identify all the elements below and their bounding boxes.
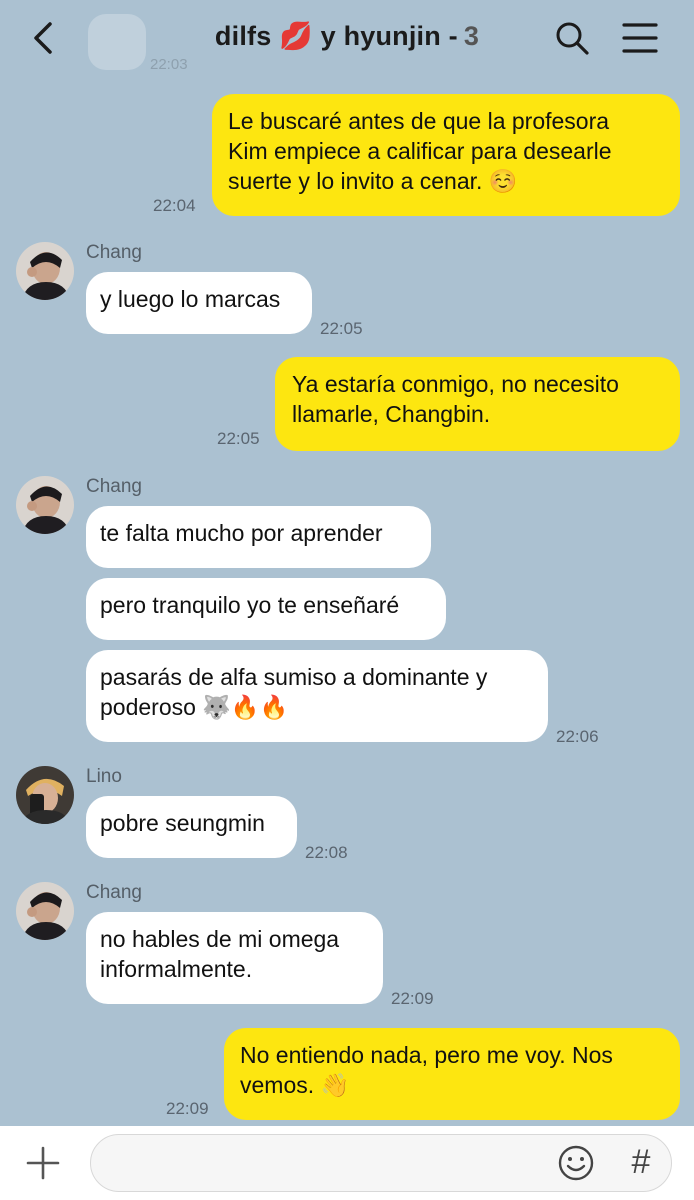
plus-icon bbox=[26, 1146, 60, 1180]
member-count: 3 bbox=[463, 21, 480, 51]
message-timestamp: 22:05 bbox=[217, 429, 260, 448]
message-timestamp: 22:09 bbox=[166, 1099, 209, 1118]
hashtag-button[interactable]: # bbox=[624, 1140, 658, 1184]
message-timestamp: 22:05 bbox=[320, 319, 363, 338]
my-message-bubble[interactable]: Ya estaría conmigo, no necesito llamarle… bbox=[275, 357, 680, 451]
their-message-bubble[interactable]: no hables de mi omega informalmente. bbox=[86, 912, 383, 1004]
chat-messages: 22:04 Le buscaré antes de que la profeso… bbox=[0, 76, 694, 1126]
message-input-bar: # bbox=[0, 1126, 694, 1200]
message-line: suerte y lo invito a cenar. ☺️ bbox=[228, 168, 518, 194]
avatar-lino[interactable] bbox=[16, 766, 74, 824]
menu-button[interactable] bbox=[620, 20, 660, 56]
hamburger-menu-icon bbox=[622, 23, 658, 53]
their-message-bubble[interactable]: te falta mucho por aprender bbox=[86, 506, 431, 568]
avatar-chang[interactable] bbox=[16, 476, 74, 534]
chat-header: 22:03 dilfs 💋 y hyunjin -3 bbox=[0, 0, 694, 76]
message-timestamp: 22:08 bbox=[305, 843, 348, 862]
attach-button[interactable] bbox=[24, 1144, 62, 1182]
message-line: y luego lo marcas bbox=[100, 286, 281, 312]
search-icon bbox=[556, 22, 589, 55]
message-line: Ya estaría conmigo, no necesito bbox=[292, 371, 619, 397]
message-line: no hables de mi omega bbox=[100, 926, 340, 952]
avatar-chang-photo bbox=[16, 242, 74, 300]
their-message-bubble[interactable]: pasarás de alfa sumiso a dominante y pod… bbox=[86, 650, 548, 742]
avatar-chang[interactable] bbox=[16, 882, 74, 940]
emoji-button[interactable] bbox=[556, 1143, 596, 1183]
message-line: llamarle, Changbin. bbox=[292, 401, 491, 427]
search-button[interactable] bbox=[552, 18, 592, 58]
message-line: Kim empiece a calificar para desearle bbox=[228, 138, 612, 164]
message-timestamp: 22:06 bbox=[556, 727, 599, 746]
their-message-bubble[interactable]: y luego lo marcas bbox=[86, 272, 312, 334]
sender-name: Chang bbox=[86, 476, 142, 497]
sender-name: Lino bbox=[86, 766, 122, 787]
my-message-bubble[interactable]: Le buscaré antes de que la profesora Kim… bbox=[212, 94, 680, 216]
message-timestamp: 22:09 bbox=[391, 989, 434, 1008]
message-line: pasarás de alfa sumiso a dominante y bbox=[100, 664, 488, 690]
avatar-chang[interactable] bbox=[16, 242, 74, 300]
message-line: pobre seungmin bbox=[100, 810, 265, 836]
message-line: vemos. 👋 bbox=[240, 1072, 350, 1098]
avatar-chang-photo bbox=[16, 882, 74, 940]
avatar-chang-photo bbox=[16, 476, 74, 534]
sender-name: Chang bbox=[86, 882, 142, 903]
message-line: No entiendo nada, pero me voy. Nos bbox=[240, 1042, 613, 1068]
sender-name: Chang bbox=[86, 242, 142, 263]
message-line: pero tranquilo yo te enseñaré bbox=[100, 592, 400, 618]
smiley-icon bbox=[558, 1145, 594, 1181]
their-message-bubble[interactable]: pero tranquilo yo te enseñaré bbox=[86, 578, 446, 640]
message-timestamp: 22:04 bbox=[153, 196, 196, 215]
message-line: poderoso 🐺🔥🔥 bbox=[100, 694, 289, 720]
avatar-lino-photo bbox=[16, 766, 74, 824]
message-line: te falta mucho por aprender bbox=[100, 520, 383, 546]
message-line: Le buscaré antes de que la profesora bbox=[228, 108, 610, 134]
ghost-timestamp: 22:03 bbox=[150, 56, 188, 73]
message-line: informalmente. bbox=[100, 956, 253, 982]
my-message-bubble[interactable]: No entiendo nada, pero me voy. Nos vemos… bbox=[224, 1028, 680, 1120]
chat-name: dilfs 💋 y hyunjin - bbox=[214, 21, 458, 51]
their-message-bubble[interactable]: pobre seungmin bbox=[86, 796, 297, 858]
